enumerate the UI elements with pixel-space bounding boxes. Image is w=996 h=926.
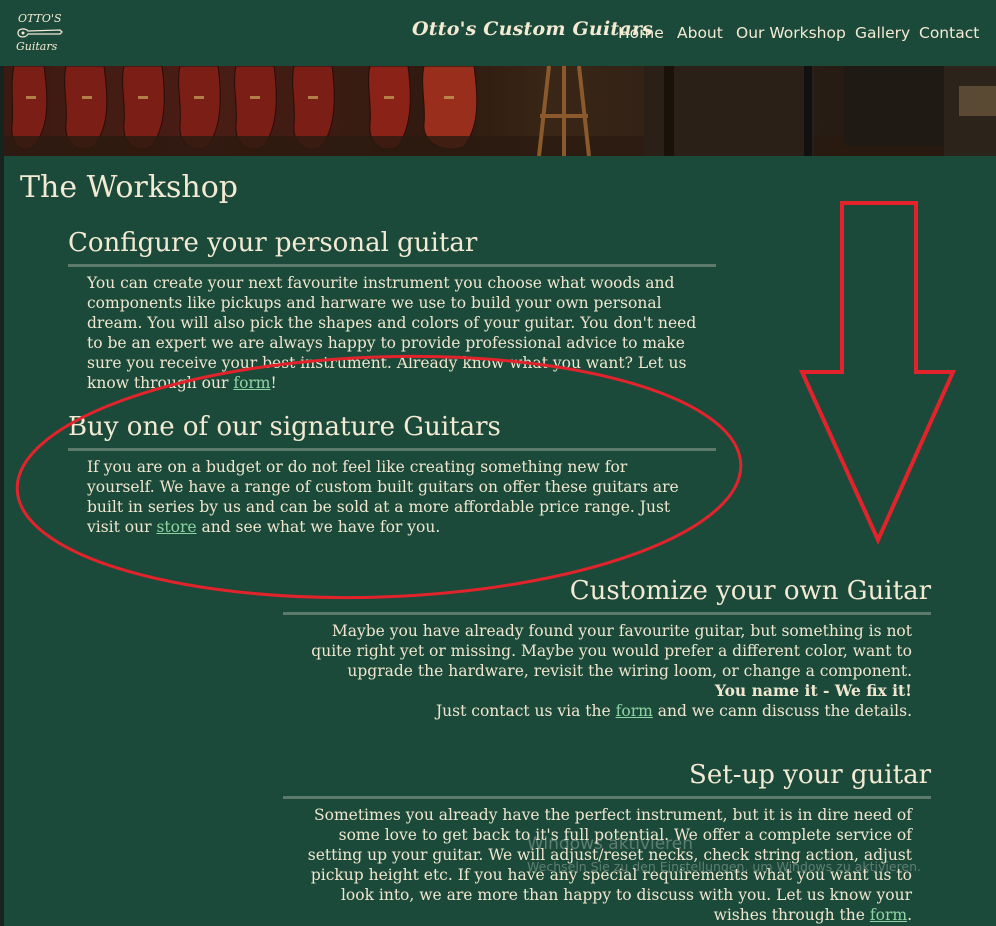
text: You can create your next favourite instr… (87, 274, 697, 392)
nav-contact[interactable]: Contact (919, 24, 979, 42)
text: . (907, 906, 912, 924)
form-link[interactable]: form (616, 702, 653, 720)
text: Just contact us via the (435, 702, 616, 720)
section-text: Maybe you have already found your favour… (302, 615, 931, 721)
section-signature: Buy one of our signature Guitars If you … (68, 412, 716, 537)
form-link[interactable]: form (233, 374, 270, 392)
text: Maybe you have already found your favour… (311, 622, 912, 680)
text: and we cann discuss the details. (652, 702, 912, 720)
windows-watermark-text: Wechseln Sie zu den Einstellungen, um Wi… (527, 859, 922, 874)
main-nav: Home About Our Workshop Gallery Contact (0, 24, 996, 48)
section-customize: Customize your own Guitar Maybe you have… (283, 576, 931, 721)
page-title: The Workshop (20, 170, 238, 205)
bold-line: You name it - We fix it! (714, 681, 912, 700)
windows-watermark-title: Windows aktivieren (527, 834, 694, 854)
text: and see what we have for you. (196, 518, 441, 536)
red-down-arrow-annotation (798, 201, 957, 545)
nav-home[interactable]: Home (618, 24, 664, 42)
nav-about[interactable]: About (677, 24, 723, 42)
section-heading: Configure your personal guitar (68, 228, 478, 258)
section-heading: Customize your own Guitar (569, 576, 931, 606)
section-text: You can create your next favourite instr… (68, 267, 697, 393)
hero-banner-image (4, 66, 996, 156)
section-heading: Buy one of our signature Guitars (68, 412, 501, 442)
section-configure: Configure your personal guitar You can c… (68, 228, 716, 393)
form-link[interactable]: form (870, 906, 907, 924)
text: ! (270, 374, 277, 392)
store-link[interactable]: store (156, 518, 196, 536)
section-text: If you are on a budget or do not feel li… (68, 451, 697, 537)
nav-gallery[interactable]: Gallery (855, 24, 910, 42)
section-heading: Set-up your guitar (689, 760, 931, 790)
nav-workshop[interactable]: Our Workshop (736, 24, 846, 42)
site-header: OTTO'S Guitars Otto's Custom Guitars Hom… (0, 0, 996, 66)
